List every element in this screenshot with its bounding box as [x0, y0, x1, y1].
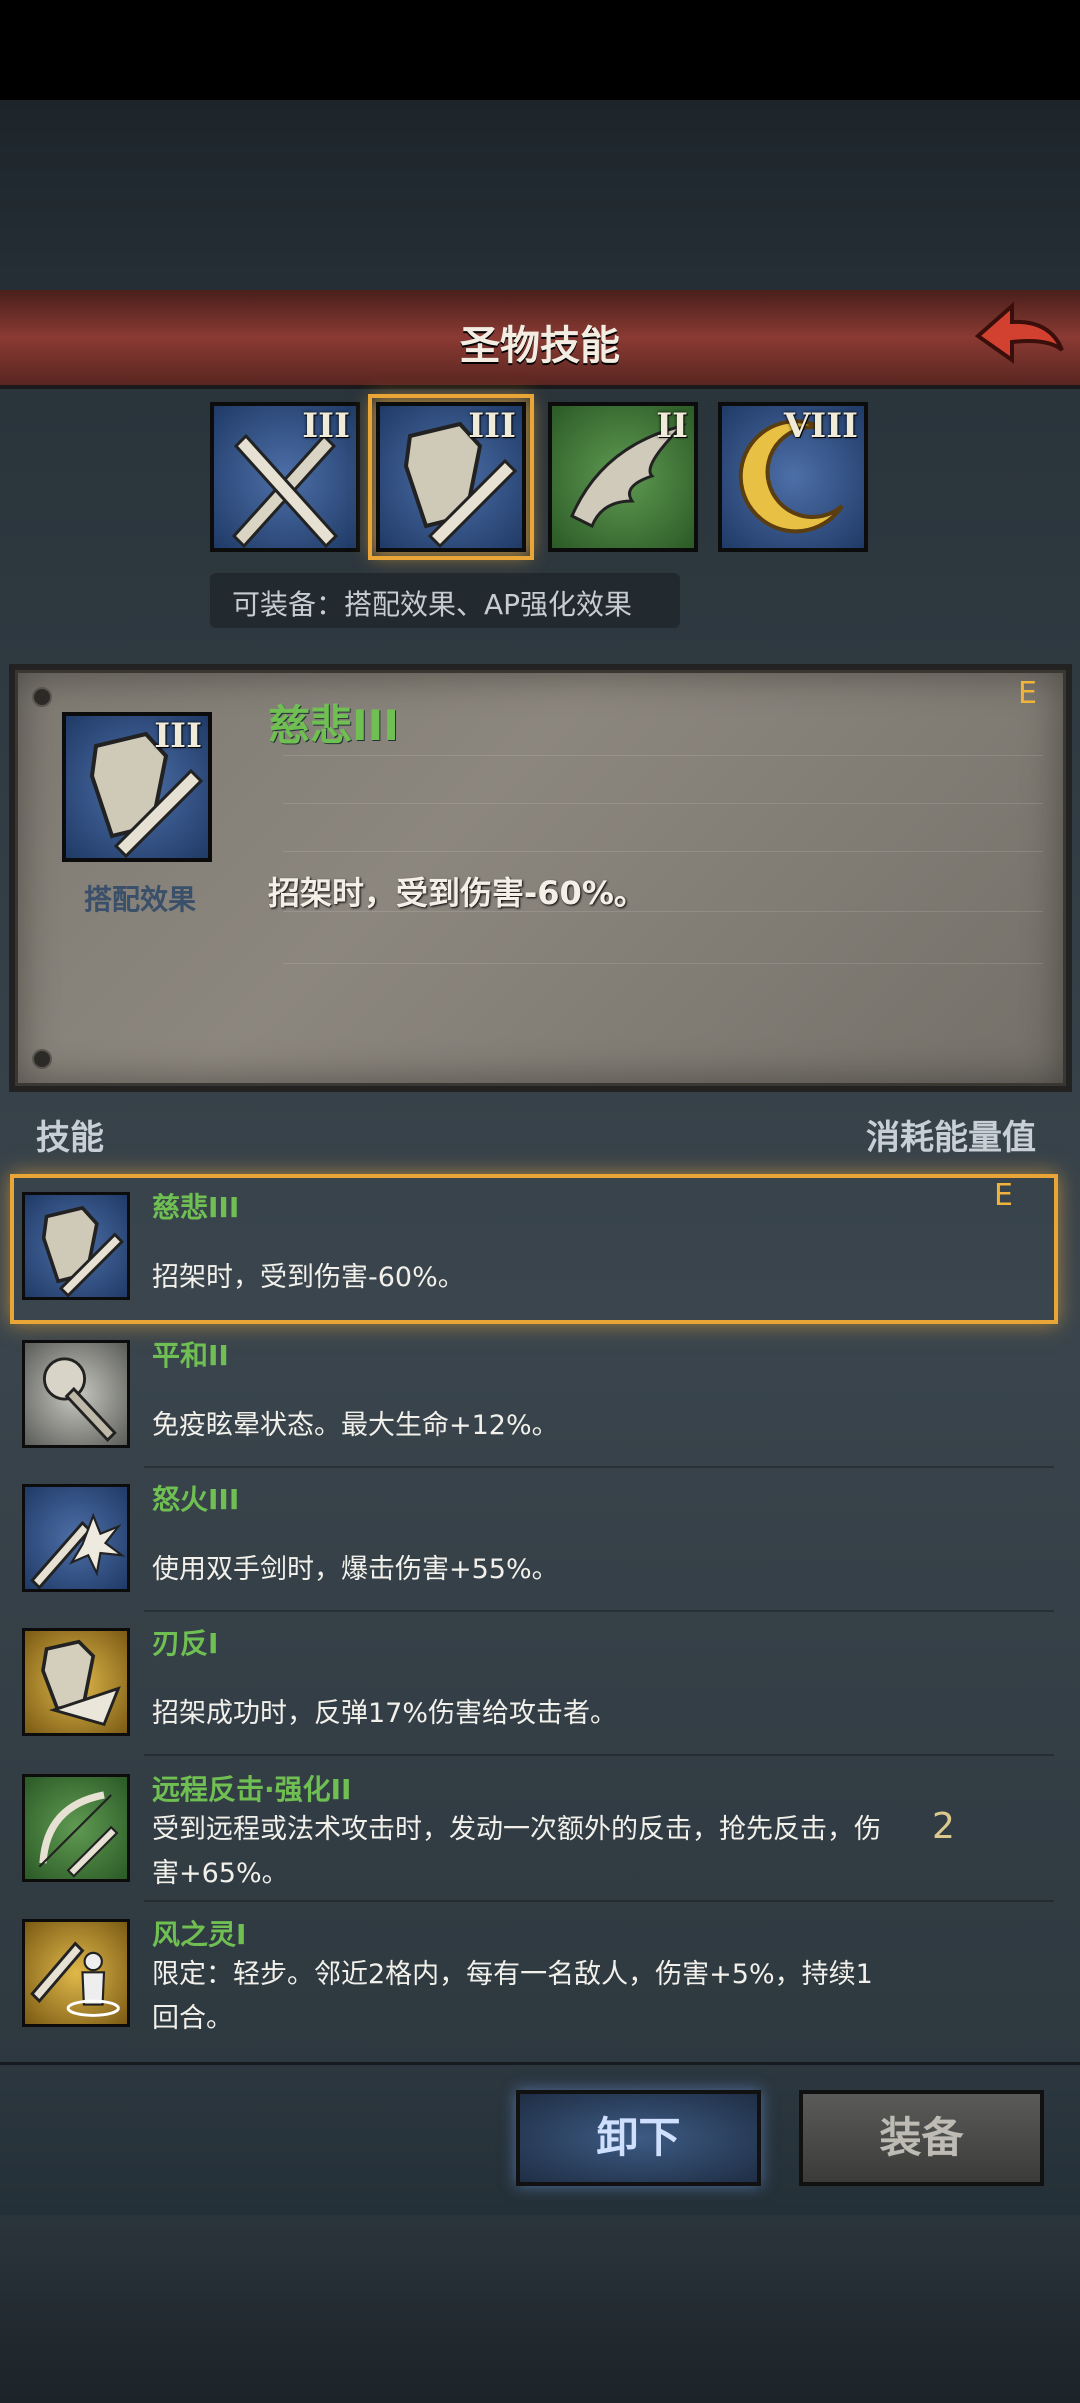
skill-row[interactable]: 慈悲III 招架时，受到伤害-60%。 E — [10, 1174, 1058, 1324]
equip-info-text: 可装备：搭配效果、AP强化效果 — [232, 588, 633, 621]
relic-slot-3[interactable]: II — [548, 402, 698, 552]
relic-level: VIII — [783, 406, 858, 446]
detail-icon-label: 搭配效果 — [83, 883, 196, 916]
divider — [283, 755, 1043, 756]
relic-level: II — [656, 406, 688, 446]
rivet — [32, 687, 52, 707]
detail-rank-badge: E — [1018, 676, 1037, 711]
skill-name: 刃反I — [152, 1627, 219, 1660]
divider — [283, 851, 1043, 852]
detail-skill-name: 慈悲III — [268, 701, 399, 750]
shield-deflect-icon — [22, 1628, 130, 1736]
skill-row[interactable]: 风之灵I 限定：轻步。邻近2格内，每有一名敌人，伤害+5%，持续1回合。 — [14, 1905, 1054, 2047]
divider — [283, 963, 1043, 964]
skill-name: 怒火III — [152, 1483, 240, 1516]
divider — [144, 1754, 1054, 1756]
energy-cost-column-header: 消耗能量值 — [866, 1118, 1036, 1158]
skill-row[interactable]: 怒火III 使用双手剑时，爆击伤害+55%。 — [14, 1470, 1054, 1612]
relic-slot-1[interactable]: III — [210, 402, 360, 552]
skill-description: 免疫眩晕状态。最大生命+12%。 — [152, 1410, 559, 1441]
status-bar — [0, 0, 1080, 100]
energy-cost: 2 — [932, 1806, 955, 1847]
skill-description: 招架时，受到伤害-60%。 — [152, 1262, 465, 1293]
spiked-mace-icon — [22, 1340, 130, 1448]
relic-slot-4[interactable]: VIII — [718, 402, 868, 552]
skill-row[interactable]: 远程反击·强化II 受到远程或法术攻击时，发动一次额外的反击，抢先反击，伤害+6… — [14, 1760, 1054, 1902]
relic-level: III — [302, 406, 350, 446]
skill-name: 风之灵I — [152, 1918, 247, 1951]
detail-icon-level: III — [154, 716, 202, 756]
sword-burst-icon — [22, 1484, 130, 1592]
skill-name: 远程反击·强化II — [152, 1773, 352, 1806]
detail-skill-description: 招架时，受到伤害-60%。 — [268, 874, 646, 912]
skill-rank-badge: E — [994, 1178, 1013, 1213]
detail-skill-icon: III — [62, 712, 212, 862]
divider — [144, 1466, 1054, 1468]
divider — [144, 1900, 1054, 1902]
skill-description: 招架成功时，反弹17%伤害给攻击者。 — [152, 1698, 618, 1729]
relic-selector: III III II VIII — [210, 394, 880, 562]
divider — [283, 803, 1043, 804]
equip-button[interactable]: 装备 — [799, 2090, 1044, 2186]
relic-slot-2[interactable]: III — [368, 394, 534, 560]
skill-name: 平和II — [152, 1339, 229, 1372]
skill-description: 受到远程或法术攻击时，发动一次额外的反击，抢先反击，伤害+65%。 — [152, 1814, 881, 1889]
divider — [144, 1610, 1054, 1612]
page-title: 圣物技能 — [460, 323, 620, 369]
back-arrow-icon[interactable] — [970, 298, 1070, 376]
relic-level: III — [468, 406, 516, 446]
skill-row[interactable]: 刃反I 招架成功时，反弹17%伤害给攻击者。 — [14, 1614, 1054, 1756]
bow-arrow-icon — [22, 1774, 130, 1882]
skill-row[interactable]: 平和II 免疫眩晕状态。最大生命+12%。 — [14, 1326, 1054, 1468]
skills-column-header: 技能 — [36, 1118, 104, 1158]
skill-description: 使用双手剑时，爆击伤害+55%。 — [152, 1554, 559, 1585]
skill-name: 慈悲III — [152, 1191, 240, 1224]
wind-spirit-icon — [22, 1919, 130, 2027]
skill-description: 限定：轻步。邻近2格内，每有一名敌人，伤害+5%，持续1回合。 — [152, 1959, 873, 2034]
shield-sword-icon — [22, 1192, 130, 1300]
rivet — [32, 1049, 52, 1069]
unequip-button[interactable]: 卸下 — [516, 2090, 761, 2186]
